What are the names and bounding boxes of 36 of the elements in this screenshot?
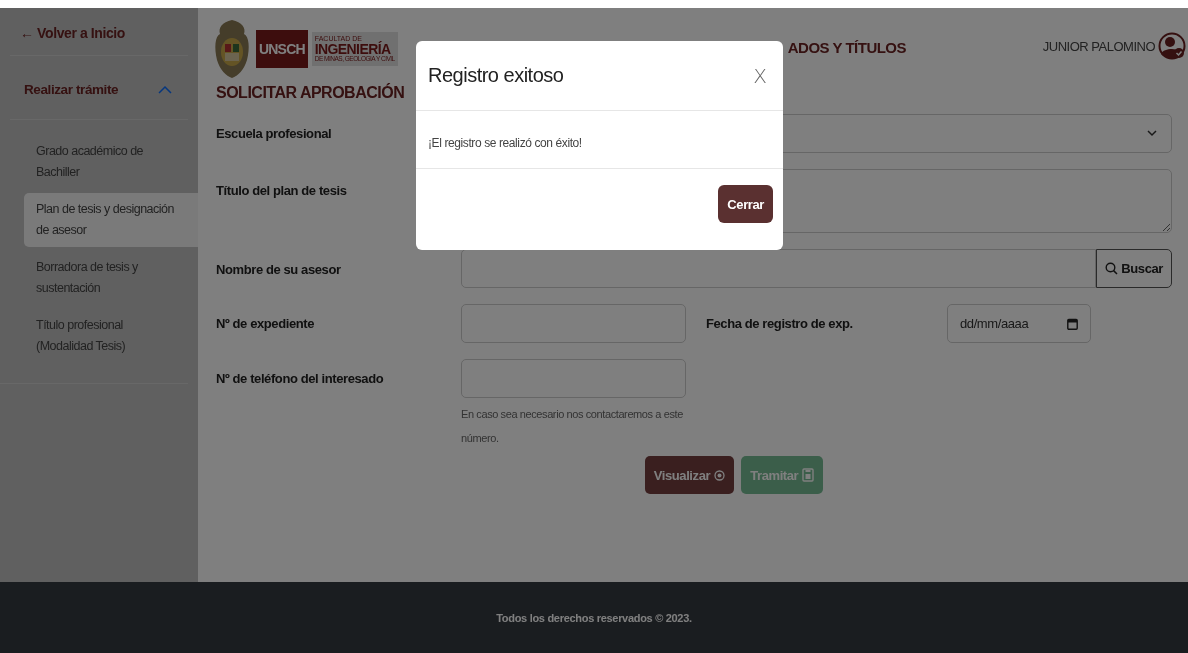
input-field[interactable] <box>461 359 686 398</box>
eye-icon <box>714 469 726 481</box>
search-icon <box>1105 262 1119 275</box>
field-label: Nº de teléfono del interesado <box>216 370 384 386</box>
section-label: Realizar trámite <box>24 82 119 97</box>
user-icon[interactable] <box>1158 32 1186 60</box>
modal-title: Registro exitoso <box>428 64 564 87</box>
logo-text: UNSCH <box>256 30 308 68</box>
field-label: Título del plan de tesis <box>216 182 347 198</box>
input-field[interactable] <box>461 249 1097 288</box>
field-label: Escuela profesional <box>216 125 332 141</box>
section-toggle[interactable]: Realizar trámite <box>10 55 188 120</box>
sidebar-item[interactable]: Título profesional (Modalidad Tesis) <box>24 309 198 363</box>
field-label: Nombre de su asesor <box>216 261 341 277</box>
copyright-text: Todos los derechos reservados © 2023. <box>496 611 692 624</box>
chevron-icon <box>158 85 172 94</box>
help-text: En caso sea necesario nos contactaremos a este número. <box>461 407 684 446</box>
calendar-icon <box>1067 317 1078 330</box>
view-button[interactable]: Visualizar <box>644 456 735 494</box>
modal-message: ¡El registro se realizó con éxito! <box>428 136 582 150</box>
sidebar-item[interactable]: Borradora de tesis y sustentación <box>24 251 198 305</box>
date-field[interactable]: dd/mm/aaaa <box>947 304 1091 343</box>
form-heading: SOLICITAR APROBACIÓN <box>216 84 405 102</box>
page-title: ADOS Y TÍTULOS <box>787 38 907 56</box>
input-field[interactable] <box>461 304 686 343</box>
logo-text: INGENIERÍA <box>314 42 391 57</box>
search-button[interactable]: Buscar <box>1096 249 1172 288</box>
sidebar-item[interactable]: Grado académico de Bachiller <box>24 135 198 189</box>
back-link[interactable]: ← Volver a Inicio <box>0 8 198 55</box>
field-label: Fecha de registro de exp. <box>706 316 854 331</box>
close-button[interactable]: Cerrar <box>718 185 773 223</box>
field-label: Nº de expediente <box>216 315 315 331</box>
close-button[interactable]: X <box>749 61 771 90</box>
chevron-icon <box>1147 130 1157 137</box>
sidebar-item[interactable]: Plan de tesis y designación de asesor <box>24 193 198 247</box>
user-name: JUNIOR PALOMINO <box>1042 38 1155 54</box>
